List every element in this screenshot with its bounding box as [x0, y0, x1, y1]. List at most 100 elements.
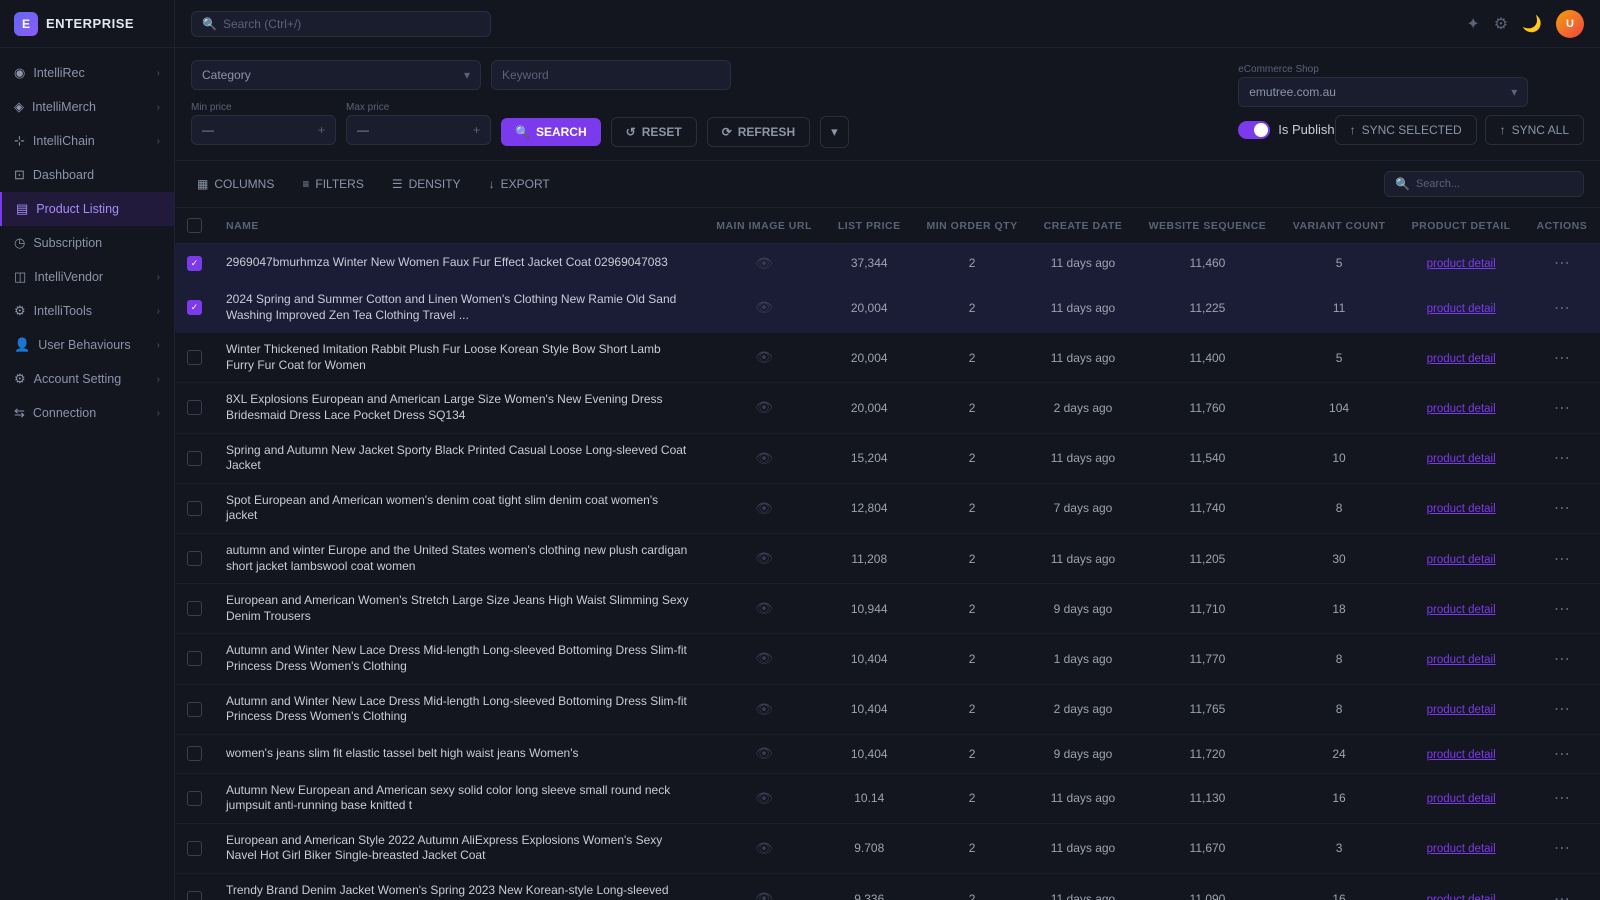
product-detail-link[interactable]: product detail: [1427, 704, 1496, 716]
shop-select[interactable]: emutree.com.au ▾: [1238, 77, 1528, 107]
row-image-eye[interactable]: 👁: [703, 773, 825, 823]
more-actions-button[interactable]: ⋯: [1550, 746, 1574, 763]
row-actions[interactable]: ⋯: [1524, 773, 1600, 823]
product-detail-link[interactable]: product detail: [1427, 403, 1496, 415]
eye-icon[interactable]: 👁: [755, 890, 773, 900]
row-product-detail[interactable]: product detail: [1398, 433, 1523, 483]
product-detail-link[interactable]: product detail: [1427, 749, 1496, 761]
row-actions[interactable]: ⋯: [1524, 283, 1600, 333]
eye-icon[interactable]: 👁: [755, 500, 773, 516]
sparkle-icon[interactable]: ✦: [1466, 14, 1479, 34]
publish-toggle[interactable]: [1238, 121, 1270, 139]
sidebar-item-intellimerch[interactable]: ◈ IntelliMerch ›: [0, 90, 174, 124]
row-product-detail[interactable]: product detail: [1398, 773, 1523, 823]
density-button[interactable]: ☰ DENSITY: [386, 173, 467, 195]
eye-icon[interactable]: 👁: [755, 550, 773, 566]
min-price-input[interactable]: — +: [191, 115, 336, 145]
product-detail-link[interactable]: product detail: [1427, 453, 1496, 465]
row-product-detail[interactable]: product detail: [1398, 483, 1523, 533]
product-detail-link[interactable]: product detail: [1427, 843, 1496, 855]
product-detail-link[interactable]: product detail: [1427, 894, 1496, 900]
row-checkbox[interactable]: [187, 256, 202, 271]
sidebar-item-intellirec[interactable]: ◉ IntelliRec ›: [0, 56, 174, 90]
row-product-detail[interactable]: product detail: [1398, 874, 1523, 900]
settings-icon[interactable]: ⚙: [1494, 14, 1508, 34]
product-detail-link[interactable]: product detail: [1427, 503, 1496, 515]
product-detail-link[interactable]: product detail: [1427, 604, 1496, 616]
row-checkbox[interactable]: [187, 451, 202, 466]
eye-icon[interactable]: 👁: [755, 701, 773, 717]
row-checkbox[interactable]: [187, 300, 202, 315]
select-all-checkbox[interactable]: [187, 218, 202, 233]
row-actions[interactable]: ⋯: [1524, 823, 1600, 873]
more-actions-button[interactable]: ⋯: [1550, 701, 1574, 718]
row-actions[interactable]: ⋯: [1524, 333, 1600, 383]
row-actions[interactable]: ⋯: [1524, 433, 1600, 483]
row-image-eye[interactable]: 👁: [703, 634, 825, 684]
row-image-eye[interactable]: 👁: [703, 383, 825, 433]
sidebar-item-user-behaviours[interactable]: 👤 User Behaviours ›: [0, 328, 174, 362]
sidebar-item-intellivendor[interactable]: ◫ IntelliVendor ›: [0, 260, 174, 294]
row-checkbox[interactable]: [187, 746, 202, 761]
sidebar-item-account-setting[interactable]: ⚙ Account Setting ›: [0, 362, 174, 396]
row-image-eye[interactable]: 👁: [703, 823, 825, 873]
category-select[interactable]: Category ▾: [191, 60, 481, 90]
row-image-eye[interactable]: 👁: [703, 684, 825, 734]
columns-button[interactable]: ▦ COLUMNS: [191, 173, 280, 195]
sync-selected-button[interactable]: ↑ SYNC SELECTED: [1335, 115, 1477, 145]
eye-icon[interactable]: 👁: [755, 349, 773, 365]
sidebar-item-product-listing[interactable]: ▤ Product Listing: [0, 192, 174, 226]
eye-icon[interactable]: 👁: [755, 600, 773, 616]
row-image-eye[interactable]: 👁: [703, 283, 825, 333]
more-actions-button[interactable]: ⋯: [1550, 891, 1574, 900]
max-price-input[interactable]: — +: [346, 115, 491, 145]
more-actions-button[interactable]: ⋯: [1550, 651, 1574, 668]
row-image-eye[interactable]: 👁: [703, 874, 825, 900]
row-image-eye[interactable]: 👁: [703, 483, 825, 533]
row-product-detail[interactable]: product detail: [1398, 584, 1523, 634]
export-button[interactable]: ↓ EXPORT: [483, 173, 556, 195]
row-checkbox[interactable]: [187, 501, 202, 516]
eye-icon[interactable]: 👁: [755, 399, 773, 415]
more-actions-button[interactable]: ⋯: [1550, 601, 1574, 618]
row-checkbox[interactable]: [187, 791, 202, 806]
sidebar-item-subscription[interactable]: ◷ Subscription: [0, 226, 174, 260]
row-image-eye[interactable]: 👁: [703, 433, 825, 483]
row-checkbox[interactable]: [187, 400, 202, 415]
eye-icon[interactable]: 👁: [755, 255, 773, 271]
more-actions-button[interactable]: ⋯: [1550, 500, 1574, 517]
product-detail-link[interactable]: product detail: [1427, 258, 1496, 270]
row-product-detail[interactable]: product detail: [1398, 533, 1523, 583]
row-product-detail[interactable]: product detail: [1398, 734, 1523, 773]
more-actions-button[interactable]: ⋯: [1550, 790, 1574, 807]
product-detail-link[interactable]: product detail: [1427, 303, 1496, 315]
eye-icon[interactable]: 👁: [755, 790, 773, 806]
row-actions[interactable]: ⋯: [1524, 584, 1600, 634]
eye-icon[interactable]: 👁: [755, 450, 773, 466]
row-product-detail[interactable]: product detail: [1398, 684, 1523, 734]
sidebar-item-dashboard[interactable]: ⊡ Dashboard: [0, 158, 174, 192]
row-image-eye[interactable]: 👁: [703, 244, 825, 283]
row-product-detail[interactable]: product detail: [1398, 283, 1523, 333]
row-product-detail[interactable]: product detail: [1398, 823, 1523, 873]
row-checkbox[interactable]: [187, 841, 202, 856]
row-actions[interactable]: ⋯: [1524, 244, 1600, 283]
sync-all-button[interactable]: ↑ SYNC ALL: [1485, 115, 1584, 145]
row-image-eye[interactable]: 👁: [703, 533, 825, 583]
more-actions-button[interactable]: ⋯: [1550, 255, 1574, 272]
product-detail-link[interactable]: product detail: [1427, 654, 1496, 666]
row-checkbox[interactable]: [187, 350, 202, 365]
more-actions-button[interactable]: ⋯: [1550, 300, 1574, 317]
row-checkbox[interactable]: [187, 601, 202, 616]
more-actions-button[interactable]: ⋯: [1550, 450, 1574, 467]
row-actions[interactable]: ⋯: [1524, 533, 1600, 583]
row-product-detail[interactable]: product detail: [1398, 333, 1523, 383]
keyword-input[interactable]: Keyword: [491, 60, 731, 90]
row-actions[interactable]: ⋯: [1524, 634, 1600, 684]
more-filter-button[interactable]: ▾: [820, 116, 849, 148]
sidebar-item-intellichain[interactable]: ⊹ IntelliChain ›: [0, 124, 174, 158]
row-actions[interactable]: ⋯: [1524, 483, 1600, 533]
sidebar-item-connection[interactable]: ⇆ Connection ›: [0, 396, 174, 430]
more-actions-button[interactable]: ⋯: [1550, 840, 1574, 857]
more-actions-button[interactable]: ⋯: [1550, 350, 1574, 367]
